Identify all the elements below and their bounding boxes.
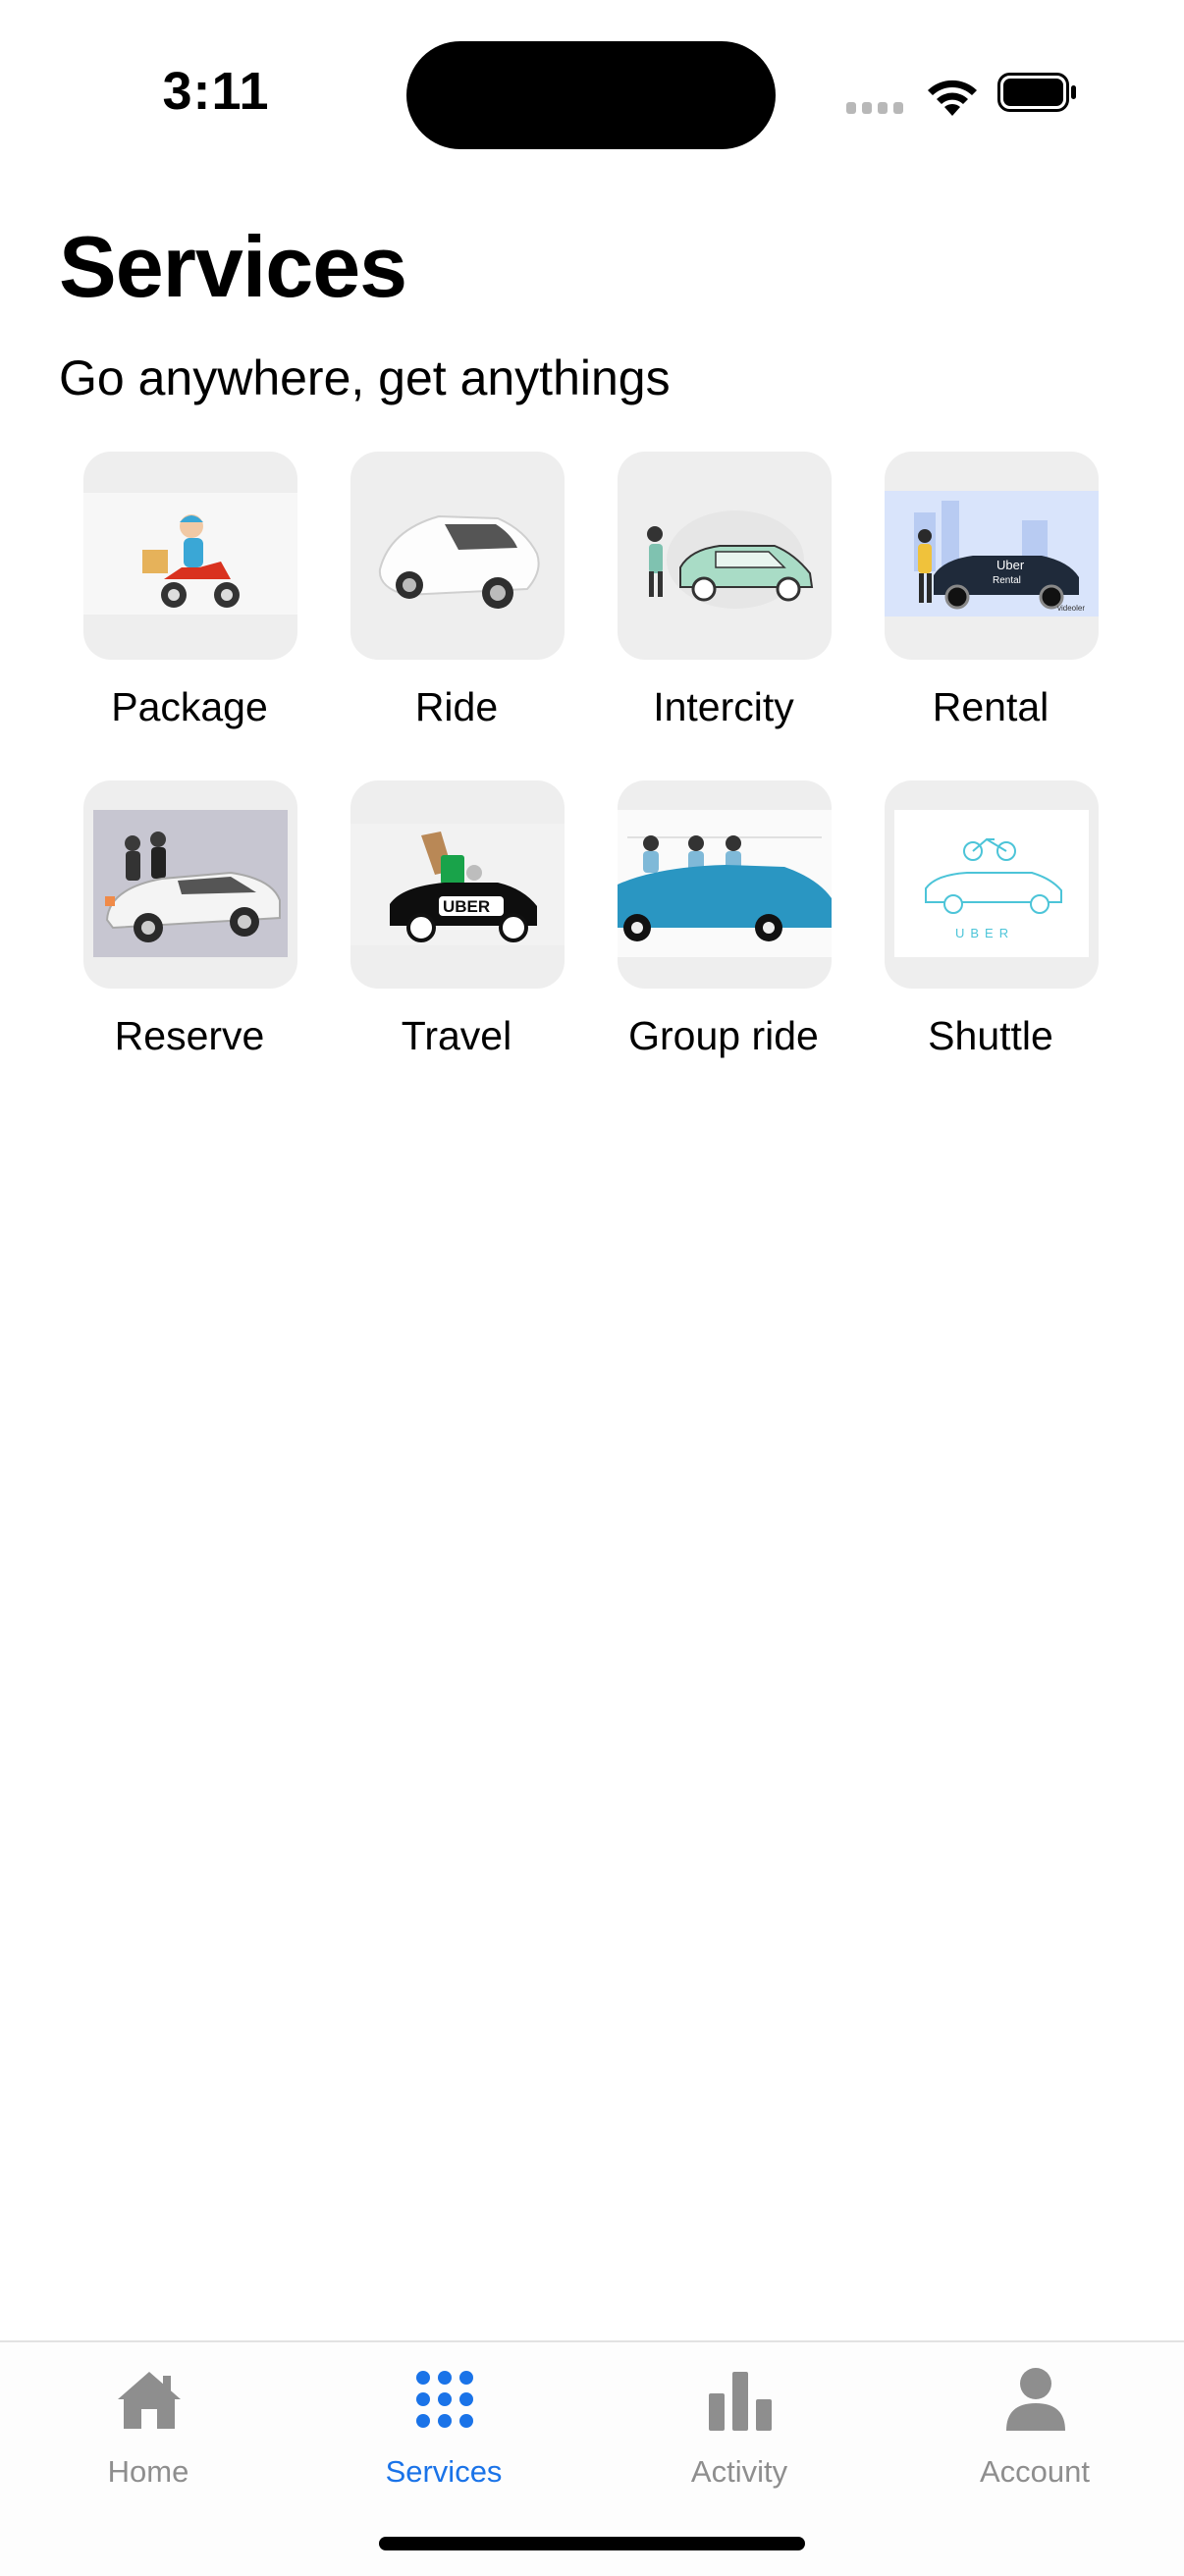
- reserve-car-icon: [83, 780, 297, 989]
- service-label: Package: [111, 684, 268, 729]
- service-label: Ride: [414, 684, 499, 729]
- house-icon: [118, 2372, 181, 2429]
- service-label: Shuttle: [928, 1013, 1053, 1058]
- service-label: Rental: [932, 684, 1049, 729]
- service-label: Travel: [401, 1013, 512, 1058]
- page-title: Services: [59, 218, 407, 315]
- service-label: Group ride: [628, 1013, 819, 1058]
- intercity-car-icon: [618, 452, 832, 660]
- dynamic-island: [406, 41, 776, 149]
- rental-image-text: Uber: [996, 558, 1025, 572]
- status-time: 3:11: [162, 62, 270, 121]
- home-indicator: [379, 2537, 805, 2550]
- uber-taxi-icon: UBER: [350, 780, 565, 989]
- service-label: Intercity: [653, 684, 794, 729]
- bar-chart-icon: [709, 2372, 772, 2431]
- tab-label: Home: [107, 2454, 189, 2489]
- rental-image-subtext: Rental: [993, 575, 1021, 586]
- rental-image-credit: videoler: [1057, 604, 1085, 613]
- cellular-signal-icon: [846, 102, 905, 116]
- person-icon: [1006, 2368, 1065, 2431]
- rental-car-icon: Uber Rental videoler: [885, 452, 1099, 660]
- grid-dots-icon: [416, 2371, 473, 2428]
- tab-home[interactable]: Home: [0, 2342, 296, 2509]
- shuttle-car-icon: UBER: [885, 780, 1099, 989]
- service-label: Reserve: [114, 1013, 265, 1058]
- tab-label: Account: [979, 2454, 1090, 2489]
- white-car-icon: [350, 452, 565, 660]
- status-bar: 3:11: [0, 0, 1184, 187]
- tab-label: Activity: [690, 2454, 788, 2489]
- tab-services[interactable]: Services: [296, 2342, 592, 2509]
- package-scooter-icon: [83, 452, 297, 660]
- group-ride-car-icon: [618, 780, 832, 989]
- travel-image-text: UBER: [443, 897, 490, 916]
- shuttle-image-text: UBER: [955, 926, 1014, 940]
- tab-account[interactable]: Account: [887, 2342, 1183, 2509]
- wifi-icon: [928, 80, 977, 116]
- tab-label: Services: [385, 2454, 503, 2489]
- battery-icon: [997, 73, 1076, 112]
- page-subtitle: Go anywhere, get anythings: [59, 350, 671, 405]
- tab-activity[interactable]: Activity: [591, 2342, 888, 2509]
